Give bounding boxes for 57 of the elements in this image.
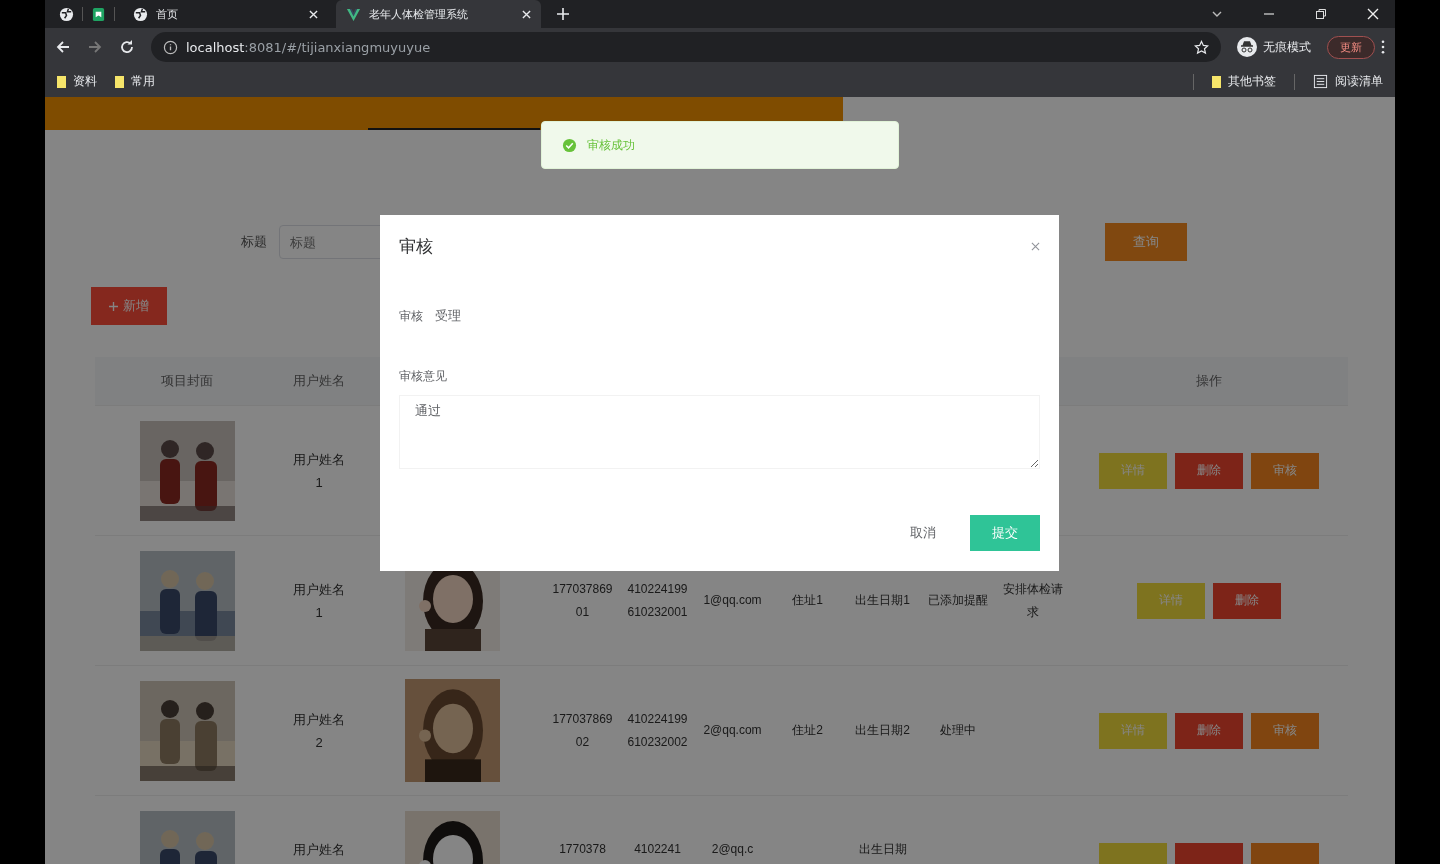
field-label: 审核 (399, 307, 423, 325)
toast-message: 审核成功 (587, 136, 635, 154)
table-cell-text: 17703786901 (552, 580, 613, 621)
column-header: 操作 (1196, 373, 1222, 388)
star-icon[interactable] (1194, 39, 1209, 55)
globe-icon (133, 6, 148, 22)
field-label: 审核意见 (399, 368, 448, 385)
back-icon[interactable] (55, 39, 71, 55)
opinion-field[interactable]: 通过 (399, 395, 1040, 469)
table-cell-text: 处理中 (939, 722, 976, 739)
column-header: 用户姓名 (293, 373, 345, 388)
table-cell-text: 4102241 (634, 841, 681, 858)
tab-title: 首页 (156, 6, 179, 22)
bookmark-icon[interactable] (91, 6, 106, 22)
table-cell-text: 住址1 (792, 592, 823, 609)
table-cell-text: 安排体检请求 (1002, 580, 1063, 621)
table-cell-text: 用户姓名 (293, 841, 345, 859)
reading-list-button[interactable]: 阅读清单 (1313, 73, 1383, 90)
table-cell-text: 1770378 (559, 841, 606, 858)
new-tab-icon[interactable] (557, 8, 569, 20)
address-field[interactable]: localhost:8081/#/tijianxiangmuyuyue (151, 32, 1221, 62)
search-label: 标题 (241, 233, 267, 251)
table-cell-text: 已添加提醒 (927, 592, 988, 609)
review-select[interactable]: 受理 (435, 298, 625, 334)
table-cell-text: 住址2 (792, 722, 823, 739)
table-cell-text: 410224199610232001 (627, 580, 688, 621)
bookmark-folder[interactable]: 常用 (115, 73, 155, 90)
table-cell-text: 2@qq.c (711, 841, 754, 858)
browser-tab[interactable]: 老年人体检管理系统 (336, 0, 541, 28)
table-cell-text: 出生日期 (858, 841, 907, 858)
bookmark-folder[interactable]: 其他书签 (1212, 73, 1276, 90)
table-cell-text: 1@qq.com (703, 592, 762, 609)
table-cell-text: 出生日期1 (855, 592, 910, 609)
table-cell-text: 出生日期2 (855, 722, 910, 739)
plus-icon (109, 301, 118, 311)
incognito-icon[interactable] (1237, 37, 1257, 57)
menu-icon[interactable] (1381, 40, 1385, 54)
reading-list-icon (1313, 74, 1328, 89)
table-cell-text: 17703786902 (552, 710, 613, 751)
globe-icon[interactable] (59, 6, 74, 22)
update-button[interactable]: 更新 (1327, 35, 1375, 59)
table-cell-text: 用户姓名1 (292, 580, 346, 622)
v-logo-icon (346, 6, 361, 22)
check-icon (562, 137, 577, 153)
table-cell-text: 2@qq.com (703, 722, 762, 739)
table-cell-text: 用户姓名1 (292, 450, 346, 492)
forward-icon[interactable] (87, 39, 103, 55)
table-cell-text: 用户姓名2 (292, 710, 346, 752)
info-icon (163, 39, 178, 55)
column-header: 项目封面 (161, 373, 213, 388)
browser-tab[interactable]: 首页 (123, 0, 328, 28)
restore-icon[interactable] (1315, 8, 1327, 20)
reload-icon[interactable] (119, 39, 135, 55)
table-cell-text: 410224199610232002 (627, 710, 688, 751)
profile-label: 无痕模式 (1263, 38, 1311, 56)
tab-title: 老年人体检管理系统 (369, 6, 469, 22)
bookmark-folder[interactable]: 资料 (57, 73, 97, 90)
